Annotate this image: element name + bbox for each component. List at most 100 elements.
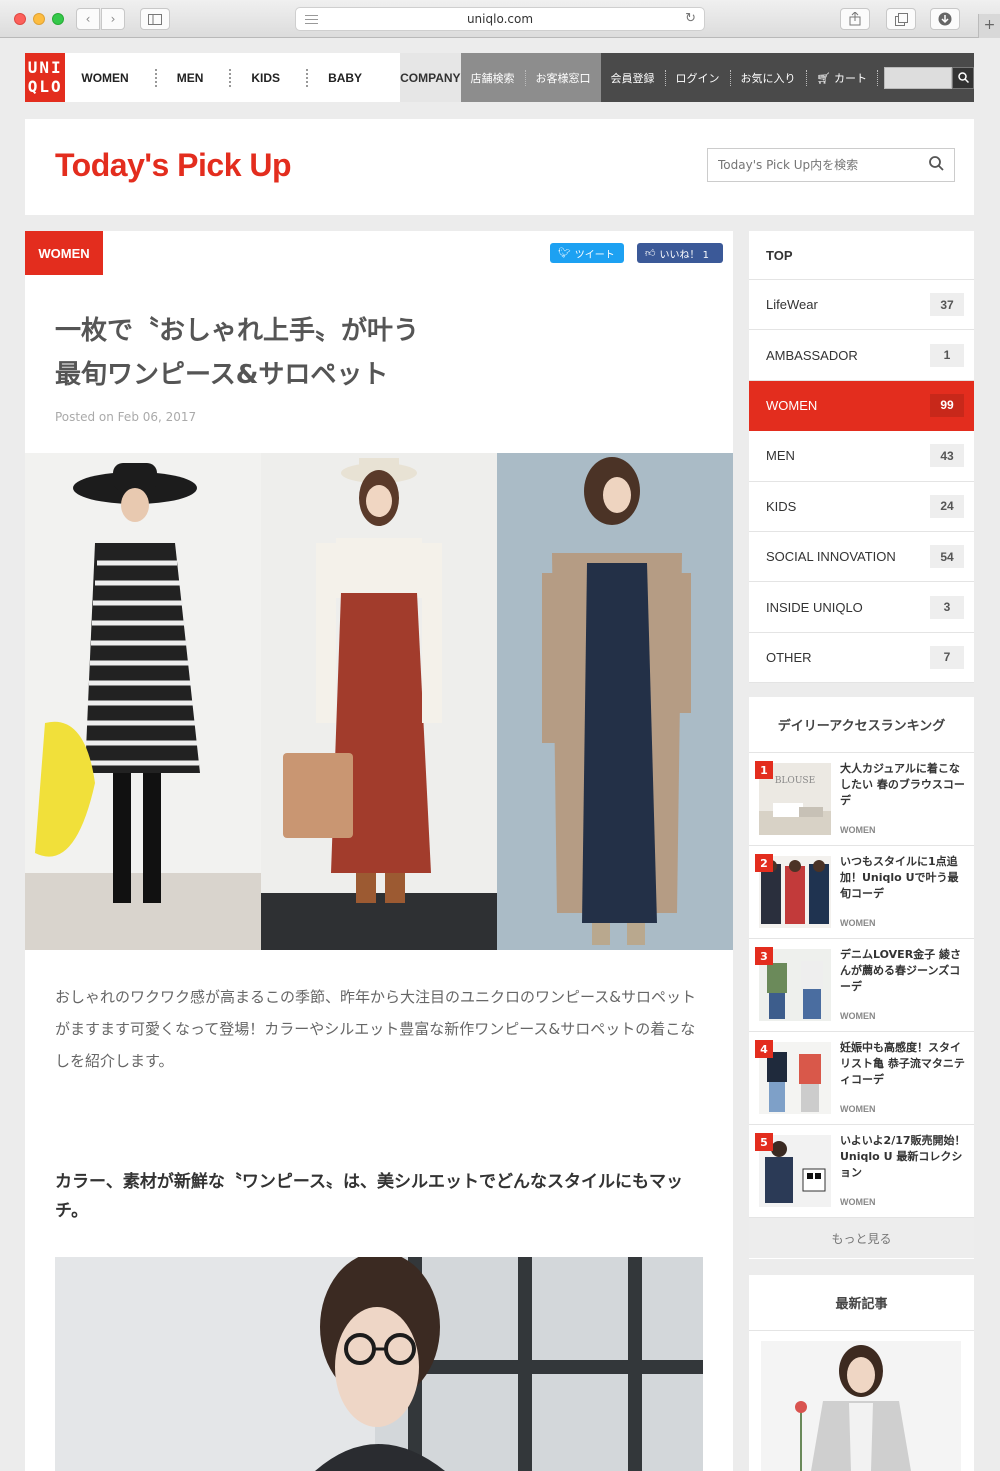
- nav-women[interactable]: WOMEN: [71, 68, 157, 87]
- nav-login[interactable]: ログイン: [666, 69, 731, 86]
- minimize-window-button[interactable]: [33, 13, 45, 25]
- count-badge: 3: [930, 595, 964, 619]
- more-button[interactable]: もっと見る: [749, 1218, 974, 1258]
- cart-icon: 🛒︎: [816, 71, 834, 85]
- sidebar-icon: [148, 13, 162, 25]
- category-ambassador[interactable]: AMBASSADOR 1: [749, 330, 974, 381]
- search-icon: [957, 72, 969, 83]
- ranking-item[interactable]: 4 妊娠中も高感度！スタイリスト亀 恭子流マタニティコーデ WOMEN: [749, 1032, 974, 1125]
- nav-customer-service[interactable]: お客様窓口: [526, 70, 601, 86]
- ranking-item-title: いつもスタイルに1点追加！Uniqlo Uで叶う最旬コーデ: [840, 855, 959, 900]
- count-badge: 24: [930, 494, 964, 518]
- ranking-item[interactable]: 5 いよいよ2/17販売開始！Uniqlo U 最新コレクション WOMEN: [749, 1125, 974, 1218]
- like-button[interactable]: 👍︎ いいね！ 1: [637, 243, 723, 263]
- category-badge[interactable]: WOMEN: [25, 231, 103, 275]
- close-window-button[interactable]: [14, 13, 26, 25]
- zoom-window-button[interactable]: [52, 13, 64, 25]
- page-header: Today's Pick Up: [25, 119, 974, 215]
- category-other[interactable]: OTHER 7: [749, 633, 974, 684]
- nav-search: [884, 66, 974, 89]
- ranking-title: デイリーアクセスランキング: [749, 697, 974, 753]
- hero-photos: [25, 453, 733, 950]
- nav-search-input[interactable]: [884, 66, 952, 89]
- site-title[interactable]: Today's Pick Up: [55, 147, 292, 184]
- category-inside-uniqlo[interactable]: INSIDE UNIQLO 3: [749, 582, 974, 633]
- tweet-button[interactable]: 🐦︎ ツイート: [550, 243, 624, 263]
- back-button[interactable]: ‹: [76, 8, 100, 30]
- ranking-item-category: WOMEN: [840, 918, 876, 928]
- ranking-thumbnail-text: BLOUSE: [775, 776, 815, 786]
- ranking-item-title: 大人カジュアルに着こなしたい 春のブラウスコーデ: [840, 762, 965, 807]
- nav-baby[interactable]: BABY: [318, 69, 388, 87]
- count-badge: 1: [930, 343, 964, 367]
- count-badge: 54: [930, 545, 964, 569]
- rank-number: 3: [755, 947, 773, 965]
- count-badge: 7: [930, 645, 964, 669]
- new-tab-button[interactable]: +: [978, 14, 1000, 38]
- download-icon: [938, 12, 952, 26]
- uniqlo-logo[interactable]: UNI QLO: [25, 53, 66, 102]
- ranking-item-title: デニムLOVER金子 綾さんが薦める春ジーンズコーデ: [840, 948, 961, 993]
- url-text: uniqlo.com: [466, 12, 534, 26]
- rank-number: 5: [755, 1133, 773, 1151]
- post-date: Posted on Feb 06, 2017: [55, 410, 197, 424]
- downloads-button[interactable]: [930, 8, 960, 30]
- ranking-item-title: 妊娠中も高感度！スタイリスト亀 恭子流マタニティコーデ: [840, 1041, 965, 1086]
- reload-icon[interactable]: ↻: [685, 11, 696, 26]
- category-women[interactable]: WOMEN 99: [749, 380, 974, 432]
- category-menu: TOP LifeWear 37 AMBASSADOR 1 WOMEN 99 MEN 43…: [749, 231, 974, 684]
- nav-favorites[interactable]: お気に入り: [731, 69, 807, 86]
- ranking-item[interactable]: 1 BLOUSE 大人カジュアルに着こなしたい 春のブラウスコーデ WOMEN: [749, 753, 974, 846]
- forward-button[interactable]: ›: [101, 8, 125, 30]
- rank-number: 2: [755, 854, 773, 872]
- share-icon: [849, 12, 861, 26]
- nav-men[interactable]: MEN: [167, 68, 232, 87]
- nav-store-search[interactable]: 店舗検索: [461, 69, 526, 86]
- search-icon[interactable]: [929, 156, 944, 175]
- count-badge: 37: [930, 293, 964, 317]
- store-links: 店舗検索 お客様窓口: [460, 53, 601, 102]
- share-button[interactable]: [840, 8, 870, 30]
- address-bar[interactable]: uniqlo.com ↻: [295, 7, 705, 31]
- nav-kids[interactable]: KIDS: [241, 68, 309, 87]
- article-title: 一枚で〝おしゃれ上手〟が叶う 最旬ワンピース&サロペット: [55, 316, 420, 390]
- ranking-item-category: WOMEN: [840, 1011, 876, 1021]
- nav-search-button[interactable]: [952, 66, 974, 89]
- ranking-item-title: いよいよ2/17販売開始！Uniqlo U 最新コレクション: [840, 1134, 966, 1179]
- nav-company[interactable]: COMPANY: [400, 53, 461, 102]
- rank-number: 4: [755, 1040, 773, 1058]
- article-search-input[interactable]: [718, 158, 918, 172]
- tabs-icon: [894, 12, 908, 26]
- latest-article-image[interactable]: [761, 1341, 961, 1471]
- section-heading: カラー、素材が新鮮な〝ワンピース〟は、美シルエットでどんなスタイルにもマッチ。: [55, 1172, 683, 1221]
- photo-red-salopette: [261, 453, 497, 950]
- article: WOMEN 🐦︎ ツイート 👍︎ いいね！ 1 一枚で〝おしゃれ上手〟が叶う 最…: [25, 231, 733, 1471]
- chevron-left-icon: ‹: [85, 12, 91, 26]
- photo-navy-salopette: [497, 453, 733, 950]
- category-social-innovation[interactable]: SOCIAL INNOVATION 54: [749, 532, 974, 583]
- photo-striped-dress: [25, 453, 261, 950]
- sidebar-toggle-button[interactable]: [140, 8, 170, 30]
- nav-cart[interactable]: 🛒︎ カート: [807, 69, 878, 86]
- reader-icon: [305, 15, 318, 27]
- rank-number: 1: [755, 761, 773, 779]
- category-men[interactable]: MEN 43: [749, 431, 974, 482]
- latest-title: 最新記事: [749, 1275, 974, 1331]
- ranking-item-category: WOMEN: [840, 1104, 876, 1114]
- browser-toolbar: ‹ › uniqlo.com ↻ +: [0, 0, 1000, 38]
- count-badge: 43: [930, 444, 964, 468]
- category-top[interactable]: TOP: [749, 231, 974, 280]
- account-links: 会員登録 ログイン お気に入り 🛒︎ カート: [600, 53, 974, 102]
- chevron-right-icon: ›: [110, 12, 116, 26]
- category-lifewear[interactable]: LifeWear 37: [749, 280, 974, 331]
- ranking-item[interactable]: 2 いつもスタイルに1点追加！Uniqlo Uで叶う最旬コーデ WOMEN: [749, 846, 974, 939]
- count-badge: 99: [930, 393, 964, 417]
- main-links: WOMEN MEN KIDS BABY: [65, 53, 398, 102]
- tabs-button[interactable]: [886, 8, 916, 30]
- category-kids[interactable]: KIDS 24: [749, 482, 974, 532]
- nav-register[interactable]: 会員登録: [601, 69, 666, 86]
- article-intro: おしゃれのワクワク感が高まるこの季節、昨年から大注目のユニクロのワンピース&サロ…: [55, 988, 696, 1070]
- article-search: [707, 148, 955, 182]
- ranking-item-category: WOMEN: [840, 825, 876, 835]
- ranking-item[interactable]: 3 デニムLOVER金子 綾さんが薦める春ジーンズコーデ WOMEN: [749, 939, 974, 1032]
